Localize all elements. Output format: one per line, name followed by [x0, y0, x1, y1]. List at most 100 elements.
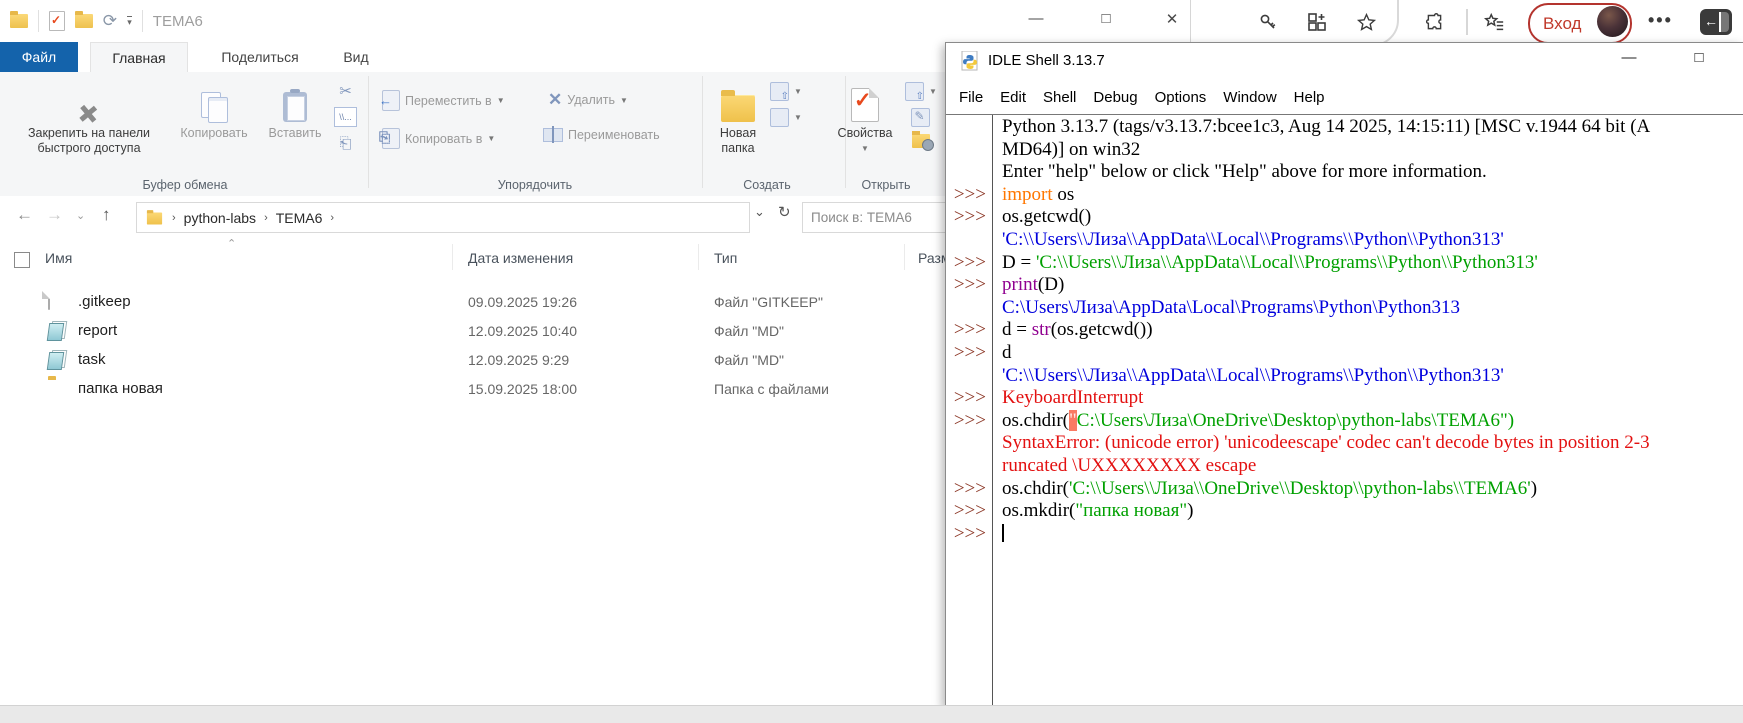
shell-prompt: >>>	[946, 274, 992, 297]
address-bar[interactable]: › python-labs › ТЕМА6 ›	[136, 202, 750, 233]
shell-prompt: >>>	[946, 410, 992, 433]
column-header-name[interactable]: Имя	[45, 250, 72, 266]
new-folder-button[interactable]: Новая папка	[712, 78, 764, 156]
favorite-star-icon[interactable]	[1352, 8, 1380, 36]
shell-line-text: os.chdir("C:\Users\Лиза\OneDrive\Desktop…	[992, 410, 1514, 433]
easy-access-button[interactable]: ▼	[770, 82, 802, 101]
address-dropdown-icon[interactable]: ⌄	[754, 204, 765, 220]
maximize-button[interactable]: □	[1092, 10, 1120, 27]
copy-path-icon[interactable]: \\...	[334, 107, 357, 127]
shell-line: >>>os.getcwd()	[946, 206, 1743, 229]
menu-help[interactable]: Help	[1294, 89, 1325, 106]
clipboard-small-buttons: ✂ \\... ⎗	[334, 82, 357, 152]
breadcrumb-tema6[interactable]: ТЕМА6	[276, 210, 323, 226]
shell-prompt: >>>	[946, 319, 992, 342]
python-icon	[960, 51, 980, 73]
move-to-button[interactable]: Переместить в▼	[382, 90, 505, 111]
copy-to-button[interactable]: Копировать в▼	[382, 128, 495, 149]
select-all-checkbox[interactable]	[14, 252, 30, 268]
collections-icon[interactable]	[1303, 8, 1331, 36]
minimize-button[interactable]: —	[1022, 10, 1050, 27]
paste-shortcut-icon[interactable]: ⎗	[336, 134, 355, 152]
shell-line: >>>D = 'C:\\Users\\Лиза\\AppData\\Local\…	[946, 252, 1743, 275]
edit-icon[interactable]	[911, 108, 930, 127]
browser-menu-icon[interactable]: •••	[1648, 10, 1673, 31]
properties-button[interactable]: Свойства ▼	[832, 78, 898, 156]
back-icon[interactable]: ←	[16, 205, 33, 225]
idle-minimize-button[interactable]: —	[1614, 49, 1644, 66]
new-item-icon	[770, 108, 789, 127]
rename-icon	[543, 128, 563, 142]
shell-line-text: 'C:\\Users\\Лиза\\AppData\\Local\\Progra…	[992, 229, 1504, 252]
search-box[interactable]: Поиск в: ТЕМА6	[802, 202, 960, 233]
shell-line-text: Enter "help" below or click "Help" above…	[992, 161, 1487, 184]
menu-debug[interactable]: Debug	[1093, 89, 1137, 106]
profile-avatar[interactable]	[1597, 6, 1628, 37]
shell-prompt	[946, 161, 992, 184]
shell-prompt: >>>	[946, 500, 992, 523]
undo-redo-icon[interactable]: ⟲	[103, 11, 117, 31]
shell-prompt: >>>	[946, 206, 992, 229]
column-header-type[interactable]: Тип	[714, 250, 737, 266]
properties-qat-icon[interactable]	[49, 11, 65, 31]
shell-line-text: os.chdir('C:\\Users\\Лиза\\OneDrive\\Des…	[992, 478, 1537, 501]
pin-to-quick-access-button[interactable]: ✚ Закрепить на панели быстрого доступа	[10, 78, 168, 156]
forward-icon[interactable]: →	[46, 205, 63, 225]
paste-button[interactable]: Вставить	[260, 78, 330, 141]
shell-prompt: >>>	[946, 387, 992, 410]
group-label-clipboard: Буфер обмена	[110, 178, 260, 192]
favorites-list-icon[interactable]	[1480, 8, 1508, 36]
shell-line-text: os.mkdir("папка новая")	[992, 500, 1193, 523]
shell-prompt	[946, 455, 992, 478]
file-icon	[48, 291, 50, 310]
rename-button[interactable]: Переименовать	[543, 128, 660, 142]
shell-line-text: runcated \UXXXXXXXX escape	[992, 455, 1256, 478]
tab-home[interactable]: Главная	[90, 42, 188, 73]
shell-line: Python 3.13.7 (tags/v3.13.7:bcee1c3, Aug…	[946, 116, 1743, 139]
menu-edit[interactable]: Edit	[1000, 89, 1026, 106]
breadcrumb-python-labs[interactable]: python-labs	[184, 210, 256, 226]
password-key-icon[interactable]	[1254, 8, 1282, 36]
sidebar-toggle-icon[interactable]: ←	[1700, 9, 1732, 35]
new-item-buttons: ▼ ▼	[770, 82, 802, 127]
idle-maximize-button[interactable]: □	[1684, 49, 1714, 66]
new-item-button[interactable]: ▼	[770, 108, 802, 127]
delete-button[interactable]: ✕ Удалить▼	[548, 90, 628, 110]
customize-qat-icon[interactable]: ▾	[127, 16, 132, 26]
browser-toolbar: Вход ••• ←	[1100, 0, 1743, 48]
properties-icon	[851, 88, 879, 122]
idle-titlebar: IDLE Shell 3.13.7 — □	[946, 43, 1743, 81]
shell-line-text: KeyboardInterrupt	[992, 387, 1143, 410]
shell-prompt: >>>	[946, 342, 992, 365]
tab-file[interactable]: Файл	[0, 42, 78, 72]
explorer-app-icon	[10, 14, 28, 28]
address-folder-icon	[147, 213, 162, 225]
history-dropdown-icon[interactable]: ⌄	[76, 209, 85, 222]
open-button[interactable]: ▼	[905, 82, 937, 101]
new-folder-qat-icon[interactable]	[75, 14, 93, 28]
browser-signin-button[interactable]: Вход	[1528, 3, 1632, 44]
close-button[interactable]: ✕	[1158, 10, 1186, 28]
menu-window[interactable]: Window	[1223, 89, 1276, 106]
menu-options[interactable]: Options	[1155, 89, 1207, 106]
history-icon[interactable]	[912, 134, 930, 148]
shell-line: C:\Users\Лиза\AppData\Local\Programs\Pyt…	[946, 297, 1743, 320]
cut-icon[interactable]: ✂	[336, 82, 355, 100]
menu-file[interactable]: File	[959, 89, 983, 106]
shell-line-text: d = str(os.getcwd())	[992, 319, 1153, 342]
shell-line-text: SyntaxError: (unicode error) 'unicodeesc…	[992, 432, 1650, 455]
shell-line: >>>os.mkdir("папка новая")	[946, 500, 1743, 523]
copy-button[interactable]: Копировать	[170, 78, 258, 141]
up-icon[interactable]: ↑	[102, 205, 111, 225]
tab-share[interactable]: Поделиться	[208, 42, 312, 72]
column-header-date[interactable]: Дата изменения	[468, 250, 573, 266]
tab-view[interactable]: Вид	[330, 42, 382, 72]
shell-text-area[interactable]: Python 3.13.7 (tags/v3.13.7:bcee1c3, Aug…	[946, 114, 1743, 706]
shell-line: >>>	[946, 523, 1743, 546]
menu-shell[interactable]: Shell	[1043, 89, 1076, 106]
open-small-buttons: ▼	[905, 82, 937, 148]
shell-line-text	[992, 523, 1004, 546]
extensions-puzzle-icon[interactable]	[1420, 8, 1448, 36]
sort-ascending-icon[interactable]: ⌃	[227, 237, 236, 250]
refresh-icon[interactable]: ↻	[778, 203, 791, 221]
